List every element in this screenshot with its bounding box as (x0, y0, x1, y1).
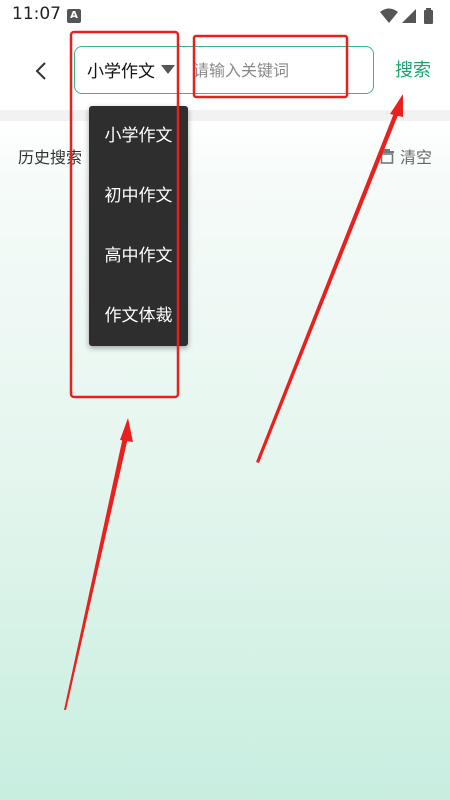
category-select[interactable]: 小学作文 (87, 47, 175, 92)
trash-icon (379, 149, 394, 164)
chevron-left-icon[interactable] (28, 57, 56, 85)
search-button[interactable]: 搜索 (395, 56, 431, 82)
dropdown-option[interactable]: 作文体裁 (89, 286, 188, 346)
annotation-arrow-left (64, 432, 129, 710)
status-time: 11:07 (12, 4, 61, 24)
dropdown-option[interactable]: 初中作文 (89, 166, 188, 226)
clear-history-button[interactable]: 清空 (378, 144, 432, 168)
wifi-icon (380, 8, 398, 23)
clear-history-label: 清空 (399, 148, 432, 167)
battery-icon (424, 8, 433, 24)
category-selected-label: 小学作文 (87, 62, 155, 82)
divider-band (0, 110, 450, 121)
search-header: 小学作文 搜索 (0, 32, 450, 110)
dropdown-option[interactable]: 高中作文 (89, 226, 188, 286)
a-icon: A (67, 9, 81, 23)
search-box: 小学作文 (74, 46, 374, 94)
dropdown-option[interactable]: 小学作文 (89, 106, 188, 166)
status-icons (380, 8, 433, 24)
history-title: 历史搜索 (18, 148, 83, 167)
caret-down-icon (161, 65, 175, 74)
status-bar: 11:07 A (0, 0, 450, 32)
search-input[interactable] (193, 55, 363, 85)
signal-icon (402, 9, 416, 23)
annotation-arrowhead-left (120, 418, 133, 442)
category-dropdown: 小学作文 初中作文 高中作文 作文体裁 (89, 106, 188, 346)
